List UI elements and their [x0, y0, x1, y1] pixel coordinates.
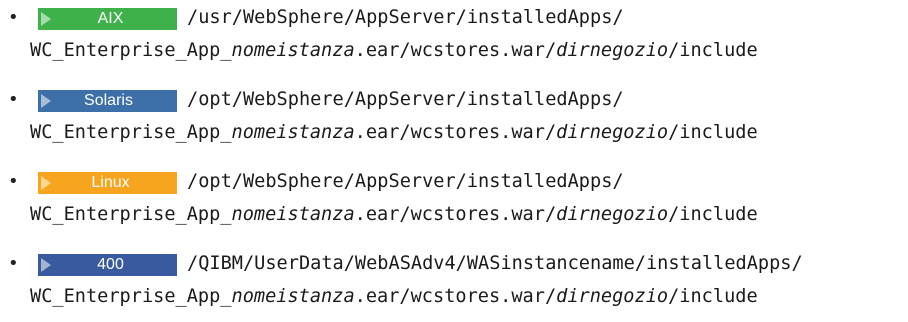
path-line-2: WC_Enterprise_App_nomeistanza.ear/wcstor…: [30, 37, 758, 65]
variable-instance-name: nomeistanza: [231, 40, 355, 61]
list-item-solaris: • Solaris /opt/WebSphere/AppServer/insta…: [0, 82, 908, 152]
path-prefix: WC_Enterprise_App_: [30, 40, 232, 61]
list-item-400: • 400 /QIBM/UserData/WebASAdv4/WASinstan…: [0, 246, 908, 316]
path-suffix: /include: [668, 286, 758, 307]
variable-store-dir: dirnegozio: [556, 122, 669, 143]
platform-badge-label: Solaris: [84, 92, 133, 109]
path-middle: .ear/wcstores.war/: [354, 122, 557, 143]
bullet-icon: •: [8, 7, 19, 28]
list-item-linux: • Linux /opt/WebSphere/AppServer/install…: [0, 164, 908, 234]
variable-instance-name: nomeistanza: [231, 204, 355, 225]
path-line-2: WC_Enterprise_App_nomeistanza.ear/wcstor…: [30, 201, 758, 229]
path-middle: .ear/wcstores.war/: [354, 40, 557, 61]
path-middle: .ear/wcstores.war/: [354, 286, 557, 307]
platform-badge-label: Linux: [91, 174, 130, 191]
variable-store-dir: dirnegozio: [556, 286, 669, 307]
variable-instance-name: nomeistanza: [231, 122, 355, 143]
variable-store-dir: dirnegozio: [556, 40, 669, 61]
path-line-1: /QIBM/UserData/WebASAdv4/WASinstancename…: [187, 253, 803, 274]
platform-badge-400: 400: [38, 254, 177, 276]
path-prefix: WC_Enterprise_App_: [30, 286, 232, 307]
bullet-icon: •: [8, 171, 19, 192]
path-line-2: WC_Enterprise_App_nomeistanza.ear/wcstor…: [30, 283, 758, 311]
platform-badge-label: AIX: [97, 10, 124, 27]
path-prefix: WC_Enterprise_App_: [30, 204, 232, 225]
path-suffix: /include: [668, 122, 758, 143]
path-line-1: /opt/WebSphere/AppServer/installedApps/: [187, 89, 624, 110]
variable-instance-name: nomeistanza: [231, 286, 355, 307]
path-line-1: /usr/WebSphere/AppServer/installedApps/: [187, 7, 624, 28]
platform-badge-aix: AIX: [38, 8, 177, 30]
platform-badge-label: 400: [97, 256, 124, 273]
bullet-icon: •: [8, 253, 19, 274]
variable-store-dir: dirnegozio: [556, 204, 669, 225]
platform-badge-linux: Linux: [38, 172, 177, 194]
list-item-aix: • AIX /usr/WebSphere/AppServer/installed…: [0, 0, 908, 70]
bullet-icon: •: [8, 89, 19, 110]
path-middle: .ear/wcstores.war/: [354, 204, 557, 225]
path-suffix: /include: [668, 40, 758, 61]
path-suffix: /include: [668, 204, 758, 225]
path-line-1: /opt/WebSphere/AppServer/installedApps/: [187, 171, 624, 192]
platform-badge-solaris: Solaris: [38, 90, 177, 112]
path-line-2: WC_Enterprise_App_nomeistanza.ear/wcstor…: [30, 119, 758, 147]
path-prefix: WC_Enterprise_App_: [30, 122, 232, 143]
